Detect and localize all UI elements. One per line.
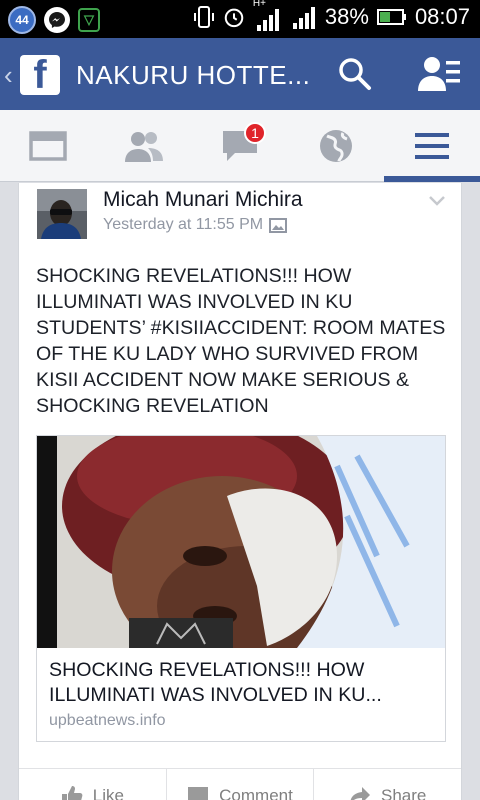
thumbs-up-icon — [61, 786, 83, 800]
tab-notifications[interactable] — [288, 110, 384, 182]
post-actions: Like Comment Share — [19, 768, 461, 800]
status-bar: 44 ▽ H+ 38% 08:07 — [0, 0, 480, 38]
post-timestamp[interactable]: Yesterday at 11:55 PM — [103, 216, 288, 234]
tab-bar: 1 — [0, 110, 480, 182]
share-button[interactable]: Share — [314, 769, 461, 800]
menu-icon — [415, 133, 449, 159]
facebook-logo[interactable]: f — [20, 55, 60, 95]
battery-percent: 38% — [324, 4, 369, 29]
back-chevron-icon[interactable]: ‹ — [4, 60, 13, 91]
vibrate-icon — [193, 4, 215, 30]
network-type-label: H+ — [252, 0, 266, 9]
comment-button[interactable]: Comment — [167, 769, 315, 800]
photo-icon — [269, 217, 288, 233]
link-preview-title[interactable]: SHOCKING REVELATIONS!!! HOW ILLUMINATI W… — [49, 658, 437, 708]
link-preview-domain: upbeatnews.info — [49, 712, 166, 729]
avatar[interactable] — [37, 189, 87, 239]
search-icon[interactable] — [338, 57, 372, 91]
tab-friends[interactable] — [96, 110, 192, 182]
tab-messages[interactable]: 1 — [192, 110, 288, 182]
share-arrow-icon — [350, 787, 370, 800]
link-preview[interactable]: SHOCKING REVELATIONS!!! HOW ILLUMINATI W… — [36, 435, 446, 742]
friend-requests-icon[interactable] — [418, 55, 462, 93]
post-card: Micah Munari Michira Yesterday at 11:55 … — [18, 183, 462, 800]
battery-icon — [376, 4, 407, 30]
tab-news-feed[interactable] — [0, 110, 96, 182]
notification-count-icon: 44 — [8, 6, 36, 34]
vpn-shield-icon: ▽ — [78, 8, 100, 32]
app-header: ‹ f NAKURU HOTTE... — [0, 38, 480, 110]
post-text: SHOCKING REVELATIONS!!! HOW ILLUMINATI W… — [36, 263, 456, 419]
hashtag-link[interactable]: #KISIIACCIDENT — [151, 317, 302, 339]
comment-label: Comment — [219, 786, 293, 800]
globe-icon — [320, 130, 352, 162]
comment-icon — [188, 787, 209, 800]
post-options-caret-icon[interactable] — [429, 193, 445, 211]
page-title: NAKURU HOTTE... — [76, 60, 311, 90]
like-label: Like — [92, 786, 124, 800]
post-author[interactable]: Micah Munari Michira — [103, 188, 303, 212]
like-button[interactable]: Like — [19, 769, 167, 800]
messages-badge: 1 — [244, 122, 266, 144]
alarm-icon — [223, 4, 245, 30]
messenger-icon — [44, 7, 70, 33]
post-time-label: Yesterday at 11:55 PM — [103, 216, 264, 233]
tab-more[interactable] — [384, 110, 480, 182]
news-feed-icon — [29, 131, 67, 161]
signal-icon: H+ — [253, 0, 283, 31]
signal-icon — [291, 4, 317, 30]
link-preview-image[interactable] — [37, 436, 445, 648]
friends-icon — [125, 132, 163, 162]
clock: 08:07 — [414, 4, 470, 29]
share-label: Share — [380, 786, 427, 800]
